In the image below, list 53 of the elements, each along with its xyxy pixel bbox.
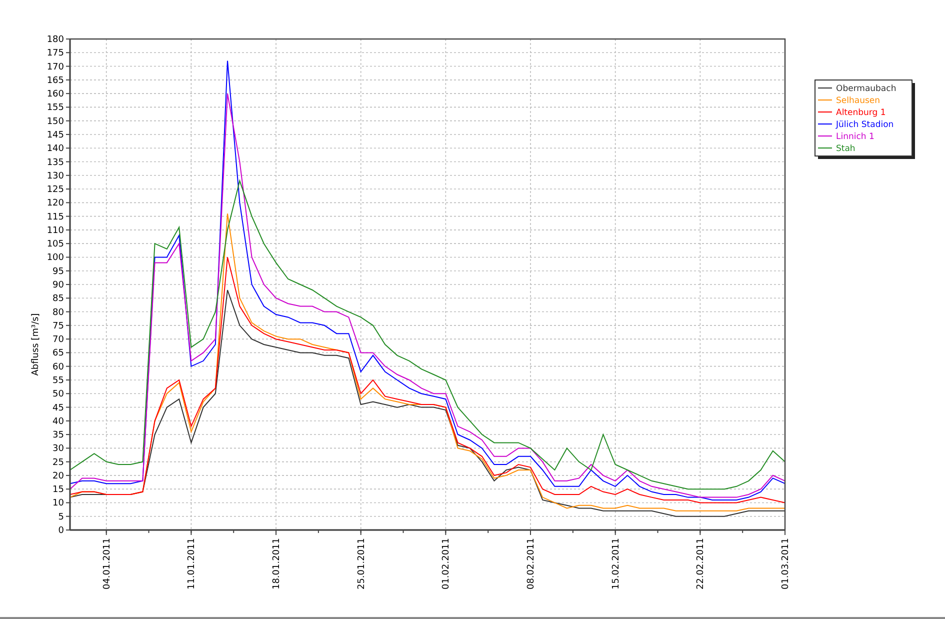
x-tick-label: 01.03.2011 bbox=[781, 538, 791, 590]
y-tick-label: 60 bbox=[52, 362, 64, 372]
y-tick-label: 160 bbox=[46, 90, 64, 100]
y-tick-label: 165 bbox=[46, 76, 64, 86]
y-tick-label: 0 bbox=[58, 526, 64, 536]
y-tick-label: 30 bbox=[52, 444, 64, 454]
y-tick-label: 85 bbox=[52, 294, 64, 304]
y-tick-label: 35 bbox=[52, 430, 64, 441]
y-tick-label: 100 bbox=[46, 253, 64, 264]
y-tick-label: 145 bbox=[46, 130, 64, 140]
x-tick-label: 15.02.2011 bbox=[611, 538, 622, 590]
y-tick-label: 130 bbox=[46, 171, 64, 182]
y-tick-label: 45 bbox=[52, 403, 64, 414]
y-tick-label: 125 bbox=[46, 185, 64, 196]
legend-label: Stah bbox=[836, 144, 856, 154]
y-tick-label: 135 bbox=[46, 158, 64, 168]
x-tick-label: 18.01.2011 bbox=[272, 538, 282, 590]
x-tick-label: 11.01.2011 bbox=[187, 538, 198, 590]
y-tick-label: 5 bbox=[58, 512, 64, 522]
y-tick-label: 65 bbox=[52, 348, 64, 359]
x-tick-label: 01.02.2011 bbox=[442, 538, 452, 590]
y-tick-label: 70 bbox=[52, 335, 64, 346]
y-tick-label: 90 bbox=[52, 280, 64, 290]
y-tick-label: 50 bbox=[52, 390, 64, 400]
x-tick-label: 25.01.2011 bbox=[356, 538, 367, 590]
x-tick-label: 08.02.2011 bbox=[526, 538, 536, 590]
y-tick-label: 10 bbox=[52, 498, 64, 509]
x-tick-label: 04.01.2011 bbox=[102, 538, 112, 590]
x-tick-label: 22.02.2011 bbox=[696, 538, 706, 590]
legend-label: Altenburg 1 bbox=[836, 108, 886, 118]
legend-label: Linnich 1 bbox=[836, 132, 874, 142]
y-tick-label: 120 bbox=[46, 198, 64, 209]
y-tick-label: 150 bbox=[46, 116, 64, 127]
y-tick-label: 110 bbox=[46, 226, 64, 236]
y-tick-label: 75 bbox=[52, 321, 64, 332]
y-tick-label: 95 bbox=[52, 266, 64, 277]
y-tick-label: 140 bbox=[46, 144, 64, 154]
y-tick-label: 115 bbox=[46, 212, 64, 222]
y-tick-label: 80 bbox=[52, 308, 64, 318]
legend-label: Jülich Stadion bbox=[836, 120, 894, 130]
y-tick-label: 170 bbox=[46, 62, 64, 72]
y-tick-label: 25 bbox=[52, 458, 64, 468]
y-tick-label: 20 bbox=[52, 471, 64, 482]
y-tick-label: 175 bbox=[46, 48, 64, 59]
y-tick-label: 155 bbox=[46, 103, 64, 114]
y-tick-label: 180 bbox=[46, 35, 64, 45]
y-tick-label: 55 bbox=[52, 376, 64, 386]
y-tick-label: 105 bbox=[46, 240, 64, 250]
y-axis-title: Abfluss [m³/s] bbox=[31, 313, 41, 376]
legend-label: Obermaubach bbox=[836, 84, 896, 94]
y-tick-label: 40 bbox=[52, 416, 64, 427]
legend-label: Selhausen bbox=[836, 96, 880, 106]
y-tick-label: 15 bbox=[52, 485, 64, 496]
